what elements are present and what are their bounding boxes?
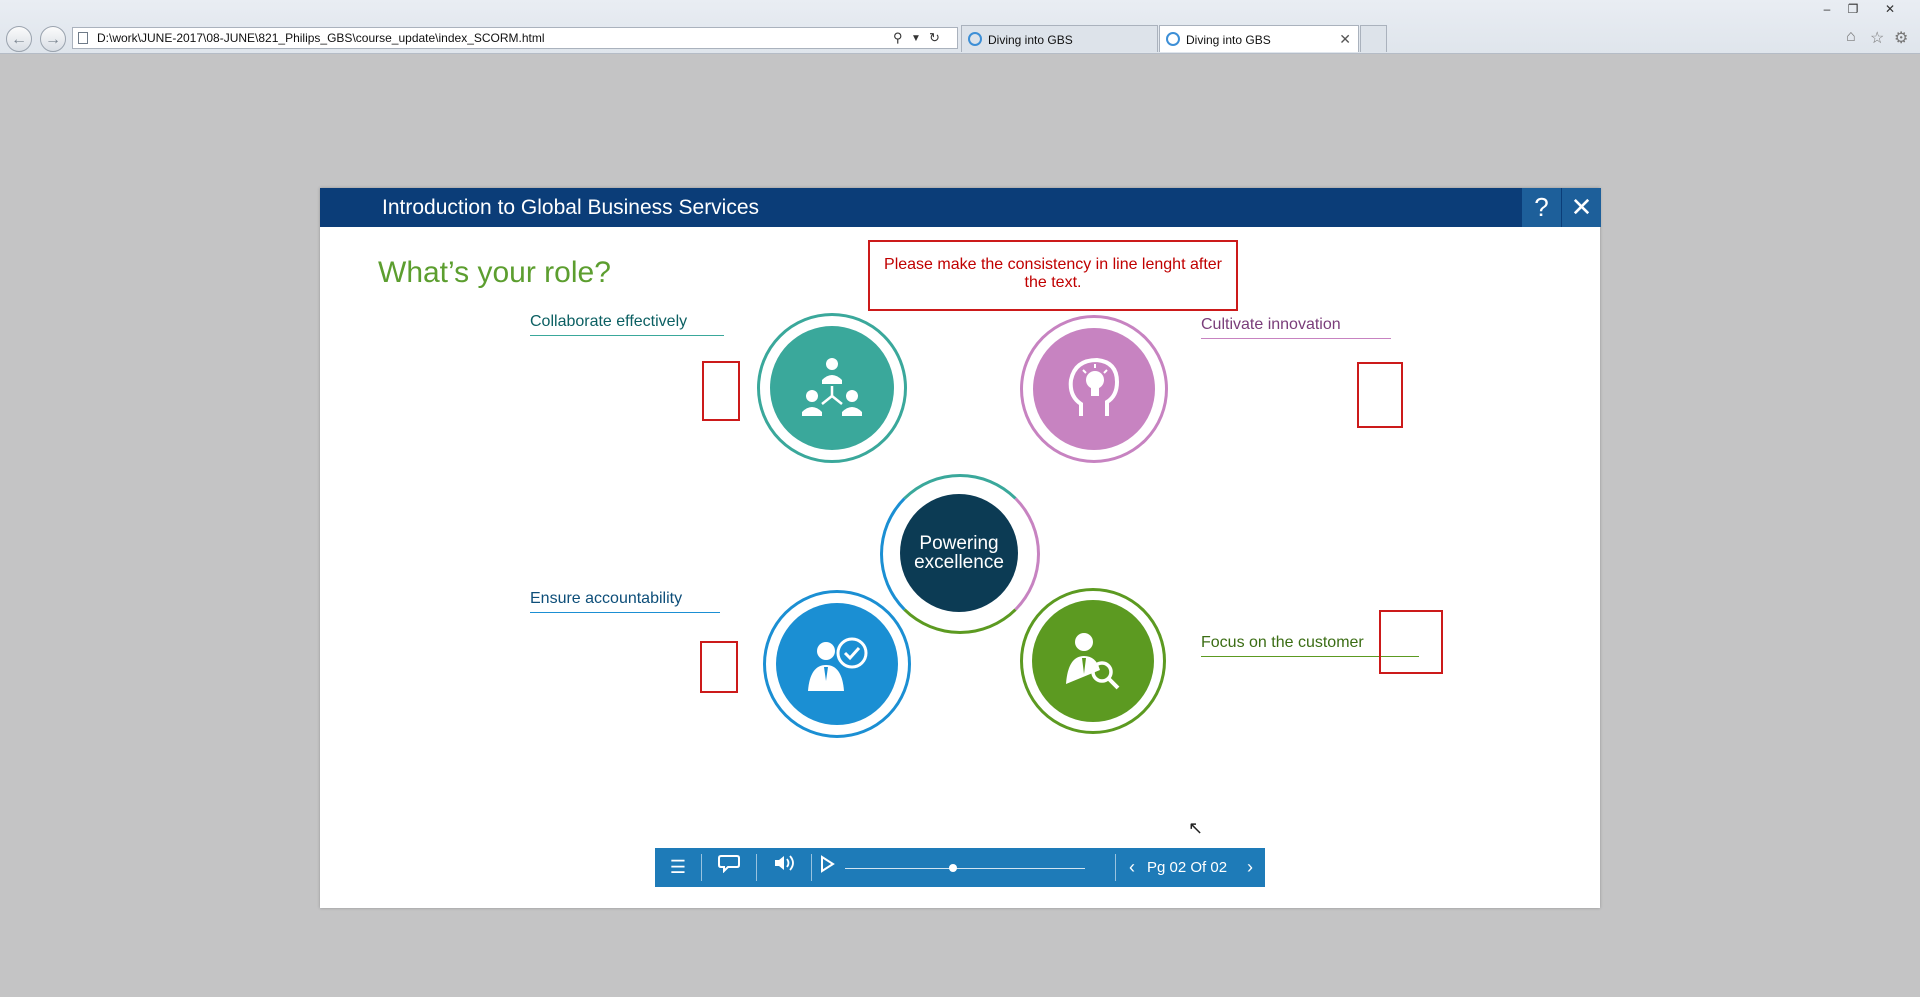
- ie-icon: [968, 32, 982, 46]
- chevron-right-icon[interactable]: ›: [1239, 848, 1261, 887]
- address-url: D:\work\JUNE-2017\08-JUNE\821_Philips_GB…: [97, 31, 545, 45]
- player-bar: ☰ ‹ Pg 02 Of 02 ›: [655, 848, 1265, 887]
- page-icon: [78, 32, 88, 44]
- search-icon[interactable]: ⚲: [893, 30, 903, 46]
- ie-icon: [1166, 32, 1180, 46]
- close-button[interactable]: ✕: [1562, 188, 1601, 227]
- review-note: Please make the consistency in line leng…: [868, 240, 1238, 311]
- center-label-line2: excellence: [914, 552, 1004, 573]
- customer-circle[interactable]: [1032, 600, 1154, 722]
- role-underline: [530, 612, 720, 613]
- person-magnifier-icon: [1066, 633, 1120, 690]
- team-network-icon: [802, 358, 862, 416]
- review-mark: [1379, 610, 1443, 674]
- slide-heading: What’s your role?: [378, 256, 611, 289]
- close-window-icon[interactable]: ✕: [1866, 0, 1914, 18]
- mouse-cursor-icon: ↖: [1188, 818, 1204, 838]
- favorites-icon[interactable]: ☆: [1870, 28, 1884, 48]
- dropdown-icon[interactable]: ▼: [911, 33, 921, 44]
- forward-button[interactable]: →: [40, 26, 66, 52]
- back-button[interactable]: ←: [6, 26, 32, 52]
- course-title: Introduction to Global Business Services: [382, 196, 760, 219]
- role-underline: [1201, 338, 1391, 339]
- role-underline: [530, 335, 724, 336]
- course-window: Introduction to Global Business Services…: [320, 188, 1601, 908]
- help-button[interactable]: ?: [1522, 188, 1561, 227]
- refresh-icon[interactable]: ↻: [929, 30, 940, 46]
- progress-knob[interactable]: [949, 864, 957, 872]
- divider: [1115, 854, 1116, 881]
- collaborate-circle[interactable]: [770, 326, 894, 450]
- tab-label: Diving into GBS: [988, 33, 1073, 47]
- play-icon[interactable]: [812, 848, 842, 887]
- close-tab-icon[interactable]: ✕: [1339, 26, 1351, 52]
- center-label-line1: Powering: [919, 533, 999, 554]
- role-customer[interactable]: Focus on the customer: [1201, 634, 1364, 655]
- review-mark: [702, 361, 740, 421]
- tab-2[interactable]: Diving into GBS ✕: [1159, 25, 1359, 52]
- role-accountability[interactable]: Ensure accountability: [530, 590, 682, 611]
- role-collaborate[interactable]: Collaborate effectively: [530, 313, 687, 334]
- new-tab-button[interactable]: [1360, 25, 1387, 52]
- tab-1[interactable]: Diving into GBS: [961, 25, 1158, 52]
- speech-bubble-icon[interactable]: [702, 848, 756, 887]
- review-mark: [1357, 362, 1403, 428]
- tab-label: Diving into GBS: [1186, 33, 1271, 47]
- browser-chrome: ← → D:\work\JUNE-2017\08-JUNE\821_Philip…: [0, 0, 1920, 54]
- course-header: Introduction to Global Business Services…: [320, 188, 1601, 227]
- center-circle: Powering excellence: [900, 494, 1018, 612]
- address-bar[interactable]: D:\work\JUNE-2017\08-JUNE\821_Philips_GB…: [72, 27, 958, 49]
- minimize-icon[interactable]: –: [1814, 0, 1840, 18]
- role-innovation[interactable]: Cultivate innovation: [1201, 316, 1341, 337]
- person-checkmark-icon: [808, 637, 868, 691]
- progress-track[interactable]: [845, 868, 1085, 869]
- chevron-left-icon[interactable]: ‹: [1121, 848, 1143, 887]
- page-indicator: Pg 02 Of 02: [1147, 859, 1228, 876]
- innovation-circle[interactable]: [1033, 328, 1155, 450]
- menu-icon[interactable]: ☰: [655, 848, 701, 887]
- restore-icon[interactable]: ❐: [1840, 0, 1866, 18]
- lightbulb-head-icon: [1068, 357, 1120, 416]
- home-icon[interactable]: ⌂: [1846, 28, 1856, 46]
- settings-icon[interactable]: ⚙: [1894, 28, 1908, 48]
- review-mark: [700, 641, 738, 693]
- accountability-circle[interactable]: [776, 603, 898, 725]
- volume-icon[interactable]: [757, 848, 811, 887]
